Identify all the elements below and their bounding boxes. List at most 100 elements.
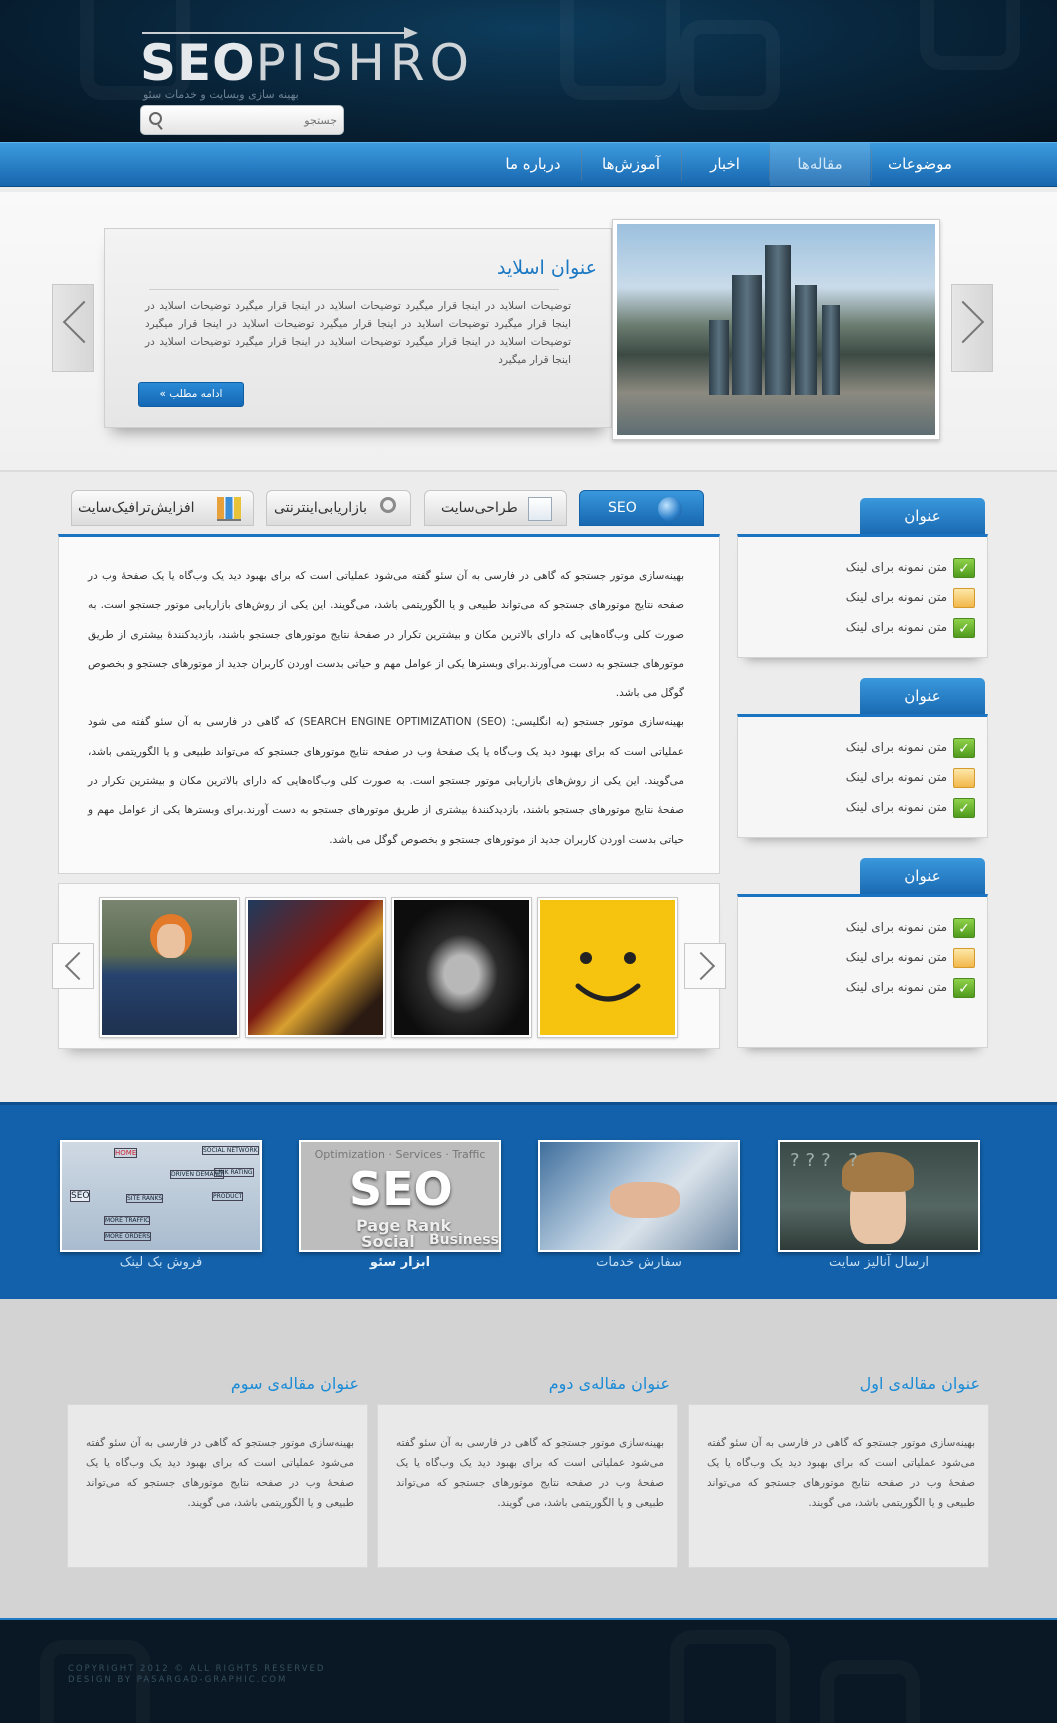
logo-light-text: PISHRO — [255, 34, 475, 92]
check-icon: ✓ — [953, 738, 975, 758]
diagram-word: HOME — [114, 1148, 138, 1158]
tab-web-design[interactable]: طراحی‌سایت — [424, 490, 567, 526]
article-box: بهینه‌سازی موتور جستجو که گاهی در فارسی … — [67, 1404, 368, 1568]
service-label[interactable]: ابزار سئو — [299, 1255, 501, 1270]
header-decoration — [560, 0, 680, 100]
site-footer: COPYRIGHT 2012 © ALL RIGHTS RESERVED DES… — [0, 1618, 1057, 1723]
tab-web-design-label: طراحی‌سایت — [441, 500, 518, 516]
bar-chart-icon — [217, 497, 241, 521]
service-label[interactable]: فروش بک لینک — [60, 1255, 262, 1270]
slider-prev-button[interactable] — [52, 284, 106, 372]
tab-seo[interactable]: SEO — [579, 490, 704, 526]
gallery-thumb-iron-man[interactable] — [245, 897, 386, 1038]
sidebar-box-title: عنوان — [860, 498, 985, 536]
chevron-right-icon — [686, 951, 716, 981]
service-image-analysis[interactable]: ??? ? — [778, 1140, 980, 1252]
search-icon[interactable] — [149, 112, 162, 125]
globe-icon — [658, 497, 682, 521]
search-box — [140, 105, 344, 135]
smiley-face-icon — [575, 952, 641, 1002]
site-tagline: بهینه سازی وبسایت و خدمات سئو — [143, 88, 299, 101]
check-icon: ✓ — [953, 798, 975, 818]
gallery-next-button[interactable] — [684, 943, 726, 989]
gallery-thumb-smiley[interactable] — [537, 897, 678, 1038]
article-text: بهینه‌سازی موتور جستجو که گاهی در فارسی … — [707, 1437, 975, 1509]
slide-description: توضیحات اسلاید در اینجا قرار میگیرد توضی… — [145, 300, 571, 366]
diagram-word: LINK RATING — [214, 1168, 254, 1177]
tab-content-text: بهینه‌سازی موتور جستجو که گاهی در فارسی … — [88, 562, 684, 855]
tab-seo-label: SEO — [608, 500, 637, 516]
service-label[interactable]: ارسال آنالیز سایت — [778, 1255, 980, 1270]
chevron-left-icon — [64, 951, 94, 981]
article-title[interactable]: عنوان مقاله‌ی دوم — [549, 1374, 670, 1393]
note-icon — [953, 768, 975, 788]
service-image-order[interactable] — [538, 1140, 740, 1252]
diagram-word: SOCIAL NETWORK — [202, 1146, 259, 1155]
service-image-backlinks[interactable]: HOME SEO DRIVEN DEMAND LINK RATING SITE … — [60, 1140, 262, 1252]
article-box: بهینه‌سازی موتور جستجو که گاهی در فارسی … — [377, 1404, 678, 1568]
header-decoration — [680, 20, 780, 110]
article-title[interactable]: عنوان مقاله‌ی اول — [860, 1374, 980, 1393]
header-decoration — [920, 0, 1020, 70]
sidebar-link[interactable]: متن نمونه برای لینک — [846, 740, 947, 754]
logo-bold-text: SEO — [140, 34, 256, 92]
sidebar-box-title: عنوان — [860, 858, 985, 896]
sidebar-link[interactable]: متن نمونه برای لینک — [846, 770, 947, 784]
nav-item-news[interactable]: اخبار — [682, 143, 768, 186]
sidebar-link[interactable]: متن نمونه برای لینک — [846, 590, 947, 604]
gallery-thumb-portrait[interactable] — [391, 897, 532, 1038]
nav-item-about[interactable]: درباره ما — [486, 143, 580, 186]
slide-image — [612, 219, 940, 440]
sidebar-link[interactable]: متن نمونه برای لینک — [846, 950, 947, 964]
sidebar-link[interactable]: متن نمونه برای لینک — [846, 560, 947, 574]
check-icon: ✓ — [953, 558, 975, 578]
service-image-seo-tools[interactable]: Optimization · Services · Traffic SEO Pa… — [299, 1140, 501, 1252]
check-icon: ✓ — [953, 978, 975, 998]
article-box: بهینه‌سازی موتور جستجو که گاهی در فارسی … — [688, 1404, 989, 1568]
tab-internet-marketing[interactable]: بازاریابی‌اینترنتی — [266, 490, 411, 526]
slide-divider — [149, 289, 559, 290]
document-icon — [528, 497, 552, 521]
read-more-button[interactable]: ادامه مطلب » — [138, 382, 244, 407]
slide-title: عنوان اسلاید — [497, 257, 597, 279]
sidebar-box: ✓ متن نمونه برای لینک متن نمونه برای لین… — [737, 714, 988, 838]
tab-traffic-increase-label: افزایش‌ترافیک‌سایت — [78, 500, 195, 516]
service-label[interactable]: سفارش خدمات — [538, 1255, 740, 1270]
sidebar-box-title: عنوان — [860, 678, 985, 716]
diagram-word: MORE ORDERS — [104, 1232, 152, 1241]
slide-caption-card: عنوان اسلاید توضیحات اسلاید در اینجا قرا… — [104, 228, 612, 428]
main-nav: موضوعات مقاله‌ها اخبار آموزش‌ها درباره م… — [0, 142, 1057, 187]
site-logo[interactable]: SEOPISHRO — [140, 38, 474, 88]
magnifier-icon — [380, 497, 396, 513]
note-icon — [953, 948, 975, 968]
article-title[interactable]: عنوان مقاله‌ی سوم — [231, 1374, 359, 1393]
article-text: بهینه‌سازی موتور جستجو که گاهی در فارسی … — [86, 1437, 354, 1509]
sidebar-box: ✓ متن نمونه برای لینک متن نمونه برای لین… — [737, 534, 988, 658]
sidebar-link[interactable]: متن نمونه برای لینک — [846, 620, 947, 634]
sidebar-link[interactable]: متن نمونه برای لینک — [846, 920, 947, 934]
content-paragraph: بهینه‌سازی موتور جستجو که گاهی در فارسی … — [88, 570, 684, 700]
diagram-word: SEO — [70, 1190, 91, 1202]
check-icon: ✓ — [953, 918, 975, 938]
copyright-text: COPYRIGHT 2012 © ALL RIGHTS RESERVED DES… — [68, 1664, 325, 1686]
tab-traffic-increase[interactable]: افزایش‌ترافیک‌سایت — [71, 490, 254, 526]
nav-item-topics[interactable]: موضوعات — [872, 143, 968, 186]
content-paragraph: بهینه‌سازی موتور جستجو (به انگلیسی: SEAR… — [88, 716, 684, 846]
sidebar-box: ✓ متن نمونه برای لینک متن نمونه برای لین… — [737, 894, 988, 1048]
diagram-word: MORE TRAFFIC — [104, 1216, 151, 1225]
note-icon — [953, 588, 975, 608]
nav-item-tutorials[interactable]: آموزش‌ها — [582, 143, 680, 186]
gallery-thumb-woman[interactable] — [99, 897, 240, 1038]
sidebar-link[interactable]: متن نمونه برای لینک — [846, 800, 947, 814]
slider-next-button[interactable] — [941, 284, 993, 372]
nav-item-articles[interactable]: مقاله‌ها — [770, 143, 870, 186]
search-input[interactable] — [167, 111, 337, 129]
designer-credit[interactable]: DESIGN BY PASARGAD-GRAPHIC.COM — [68, 1675, 325, 1686]
gallery-prev-button[interactable] — [52, 943, 94, 989]
check-icon: ✓ — [953, 618, 975, 638]
seo-word: SEO — [349, 1162, 453, 1216]
sidebar-link[interactable]: متن نمونه برای لینک — [846, 980, 947, 994]
seo-word: Social — [361, 1232, 415, 1251]
article-text: بهینه‌سازی موتور جستجو که گاهی در فارسی … — [396, 1437, 664, 1509]
seo-word: Business — [429, 1232, 499, 1248]
